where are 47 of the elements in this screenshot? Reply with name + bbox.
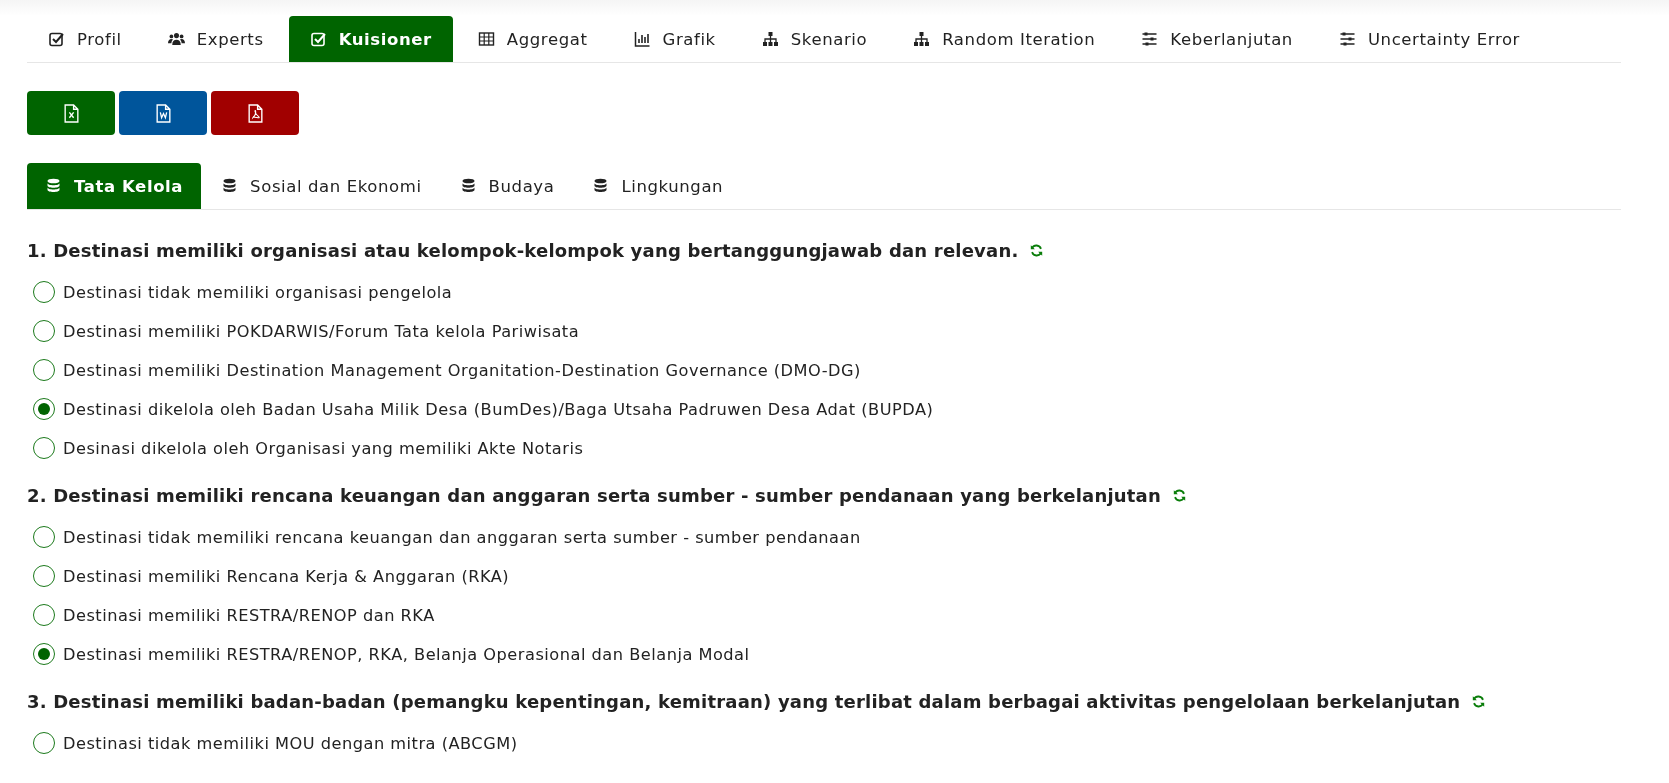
option-label: Destinasi memiliki POKDARWIS/Forum Tata kelola Pariwisata bbox=[63, 321, 580, 341]
category-tab[interactable]: Sosial dan Ekonomi bbox=[203, 163, 440, 209]
table-icon bbox=[477, 31, 495, 47]
bar-chart-icon bbox=[633, 31, 651, 47]
database-icon bbox=[45, 178, 62, 194]
option-label: Destinasi memiliki Destination Management Organitation-Destination Governance (DMO-DG) bbox=[63, 360, 861, 380]
option-label: Destinasi memiliki Rencana Kerja & Anggaran (RKA) bbox=[63, 566, 510, 586]
users-icon bbox=[167, 31, 185, 47]
nav-tab[interactable]: Keberlanjutan bbox=[1120, 16, 1314, 62]
sitemap-icon bbox=[761, 31, 779, 47]
question-title: 1. Destinasi memiliki organisasi atau kelompok-kelompok yang bertanggungjawab dan relevan. bbox=[27, 240, 1019, 261]
option-label: Destinasi dikelola oleh Badan Usaha Milik Desa (BumDes)/Baga Utsaha Padruwen Desa Adat (BUPDA) bbox=[63, 399, 934, 419]
nav-tab[interactable]: Profil bbox=[27, 16, 143, 62]
refresh-icon[interactable] bbox=[1030, 244, 1044, 257]
pdf-button[interactable] bbox=[211, 91, 299, 135]
refresh-icon[interactable] bbox=[1172, 489, 1186, 502]
database-icon bbox=[592, 178, 610, 194]
category-tab[interactable]: Tata Kelola bbox=[27, 163, 202, 209]
nav-tab[interactable]: Random Iteration bbox=[892, 16, 1117, 62]
excel-file-icon bbox=[63, 103, 79, 123]
nav-tab[interactable]: Grafik bbox=[612, 16, 737, 62]
category-tab[interactable]: Lingkungan bbox=[574, 163, 742, 209]
sliders-icon bbox=[1338, 31, 1356, 47]
category-tab[interactable]: Budaya bbox=[441, 163, 573, 209]
nav-tab[interactable]: Aggregat bbox=[456, 16, 609, 62]
sitemap-icon bbox=[913, 31, 931, 47]
option-label: Destinasi memiliki RESTRA/RENOP dan RKA bbox=[63, 605, 435, 625]
question-title: 3. Destinasi memiliki badan-badan (pemangku kepentingan, kemitraan) yang terlibat dalam berbagai aktivitas pengelolaan berkelanjutan bbox=[27, 691, 1461, 712]
option-label: Destinasi memiliki RESTRA/RENOP, RKA, Belanja Operasional dan Belanja Modal bbox=[63, 644, 750, 664]
nav-tab[interactable]: Experts bbox=[146, 16, 285, 62]
sliders-icon bbox=[1141, 31, 1159, 47]
refresh-icon[interactable] bbox=[1472, 695, 1486, 708]
word-button[interactable] bbox=[119, 91, 207, 135]
database-icon bbox=[221, 178, 239, 194]
nav-tab[interactable]: Uncertainty Error bbox=[1317, 16, 1541, 62]
question-title: 2. Destinasi memiliki rencana keuangan dan anggaran serta sumber - sumber pendanaan yang berkelanjutan bbox=[27, 485, 1161, 506]
nav-tab[interactable]: Skenario bbox=[740, 16, 889, 62]
option-label: Destinasi tidak memiliki MOU dengan mitra (ABCGM) bbox=[63, 733, 518, 753]
option-label: Destinasi tidak memiliki organisasi pengelola bbox=[63, 282, 453, 302]
nav-tab[interactable]: Kuisioner bbox=[288, 16, 453, 62]
pdf-file-icon bbox=[247, 103, 263, 123]
word-file-icon bbox=[155, 103, 171, 123]
checkbox-icon bbox=[309, 31, 327, 47]
option-label: Destinasi tidak memiliki rencana keuangan dan anggaran serta sumber - sumber pendanaan bbox=[63, 527, 861, 547]
option-label: Desinasi dikelola oleh Organisasi yang memiliki Akte Notaris bbox=[63, 438, 584, 458]
checkbox-icon bbox=[48, 31, 65, 47]
excel-button[interactable] bbox=[27, 91, 115, 135]
